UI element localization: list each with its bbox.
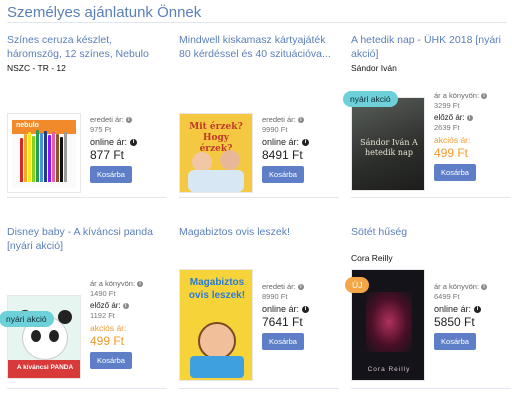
product-author: Sándor Iván — [351, 63, 397, 73]
add-to-cart-button[interactable]: Kosárba — [90, 352, 132, 369]
info-icon[interactable]: i — [125, 117, 132, 123]
cover-title-text: Mit érzek? Hogy érzek? — [189, 122, 243, 154]
product-title-link[interactable]: Disney baby - A kíváncsi panda [nyári ak… — [7, 225, 167, 253]
add-to-cart-button[interactable]: Kosárba — [90, 166, 132, 183]
product-card: Sötét hűség Cora Reilly ÚJ Cora Reilly á… — [345, 225, 511, 390]
previous-price-label: előző ár: — [90, 301, 121, 310]
price-info: eredeti ár: i 8990 Ft online ár: i 7641 Ft… — [262, 282, 338, 350]
previous-price: 2639 Ft — [434, 123, 460, 132]
card-divider — [351, 388, 511, 389]
original-price-label: eredeti ár: — [262, 282, 296, 291]
online-price-label: online ár: — [434, 304, 472, 314]
cover-title-text: A kíváncsi PANDA — [16, 364, 74, 371]
new-badge: ÚJ — [345, 277, 370, 293]
info-icon[interactable]: i — [302, 306, 310, 313]
card-divider — [7, 197, 167, 198]
add-to-cart-button[interactable]: Kosárba — [434, 164, 476, 181]
product-card: Magabiztos ovis leszek! Magabiztos ovis … — [179, 225, 339, 390]
info-icon[interactable]: i — [466, 115, 473, 121]
price-info: eredeti ár: i 975 Ft online ár: i 877 Ft K… — [90, 115, 166, 183]
online-price-label: online ár: — [262, 137, 300, 147]
cover-title-text: Magabiztos ovis leszek! — [188, 277, 246, 301]
online-price-label: online ár: — [262, 304, 300, 314]
product-card: Mindwell kiskamasz kártyajáték 80 kérdés… — [179, 33, 339, 198]
product-title-link[interactable]: Magabiztos ovis leszek! — [179, 225, 339, 241]
product-card: Disney baby - A kíváncsi panda [nyári ak… — [0, 225, 167, 390]
product-cover-image[interactable]: nebulo — [7, 113, 81, 193]
info-icon[interactable]: i — [481, 93, 488, 99]
price-info: eredeti ár: i 9990 Ft online ár: i 8491 Ft… — [262, 115, 338, 183]
card-divider — [179, 388, 339, 389]
product-cover-image[interactable]: Sándor Iván A hetedik nap — [351, 97, 425, 191]
sale-price: 499 Ft — [90, 334, 125, 348]
info-icon[interactable]: i — [297, 284, 304, 290]
card-divider — [179, 197, 339, 198]
book-price: 3299 Ft — [434, 101, 460, 110]
product-author: NSZC - TR - 12 — [7, 63, 66, 73]
cover-title-text: Sándor Iván A hetedik nap — [360, 138, 418, 157]
product-cover-image[interactable]: Mit érzek? Hogy érzek? — [179, 113, 253, 193]
product-cover-image[interactable]: Magabiztos ovis leszek! — [179, 269, 253, 381]
online-price: 8491 Ft — [262, 148, 303, 162]
sale-price-label: akciós ár: — [90, 323, 127, 333]
product-title-link[interactable]: Színes ceruza készlet, háromszög, 12 szí… — [7, 33, 167, 61]
product-card: Színes ceruza készlet, háromszög, 12 szí… — [7, 33, 167, 198]
brand-logo: nebulo — [16, 122, 39, 129]
online-price-label: online ár: — [90, 137, 128, 147]
product-author: Cora Reilly — [351, 253, 393, 263]
info-icon[interactable]: i — [130, 139, 138, 146]
product-title-link[interactable]: Mindwell kiskamasz kártyajáték 80 kérdés… — [179, 33, 339, 61]
card-divider — [351, 197, 511, 198]
card-divider — [7, 388, 167, 389]
book-price: 1490 Ft — [90, 289, 116, 298]
book-price-label: ár a könyvön: — [434, 282, 480, 291]
price-info: ár a könyvön: i 1490 Ft előző ár: i 1192 F… — [90, 279, 166, 369]
book-price: 6499 Ft — [434, 292, 460, 301]
add-to-cart-button[interactable]: Kosárba — [434, 333, 476, 350]
info-icon[interactable]: i — [122, 303, 129, 309]
previous-price: 1192 Ft — [90, 311, 115, 320]
info-icon[interactable]: i — [137, 281, 144, 287]
online-price: 5850 Ft — [434, 315, 475, 329]
cover-author-text: Cora Reilly — [367, 366, 411, 373]
info-icon[interactable]: i — [474, 306, 482, 313]
online-price: 7641 Ft — [262, 315, 303, 329]
online-price: 877 Ft — [90, 148, 125, 162]
sale-price: 499 Ft — [434, 146, 469, 160]
product-title-link[interactable]: A hetedik nap - ÜHK 2018 [nyári akció] — [351, 33, 511, 61]
previous-price-label: előző ár: — [434, 113, 465, 122]
original-price-label: eredeti ár: — [262, 115, 296, 124]
add-to-cart-button[interactable]: Kosárba — [262, 166, 304, 183]
summer-sale-badge: nyári akció — [0, 311, 54, 327]
pencil-box-graphic: nebulo — [12, 120, 76, 188]
page-title: Személyes ajánlatunk Önnek — [7, 4, 202, 21]
original-price: 8990 Ft — [262, 292, 288, 301]
sale-price-label: akciós ár: — [434, 135, 471, 145]
original-price-label: eredeti ár: — [90, 115, 124, 124]
price-info: ár a könyvön: i 3299 Ft előző ár: i 2639 F… — [434, 91, 510, 181]
original-price: 9990 Ft — [262, 125, 288, 134]
original-price: 975 Ft — [90, 125, 112, 134]
add-to-cart-button[interactable]: Kosárba — [262, 333, 304, 350]
info-icon[interactable]: i — [302, 139, 310, 146]
product-card: A hetedik nap - ÜHK 2018 [nyári akció] S… — [343, 33, 511, 198]
product-title-link[interactable]: Sötét hűség — [351, 225, 511, 241]
info-icon[interactable]: i — [297, 117, 304, 123]
summer-sale-badge: nyári akció — [343, 91, 398, 107]
book-price-label: ár a könyvön: — [434, 91, 480, 100]
title-divider — [7, 22, 507, 23]
book-price-label: ár a könyvön: — [90, 279, 136, 288]
product-cover-image[interactable]: A kíváncsi PANDA — [7, 295, 81, 379]
info-icon[interactable]: i — [481, 284, 488, 290]
price-info: ár a könyvön: i 6499 Ft online ár: i 5850 … — [434, 282, 510, 350]
